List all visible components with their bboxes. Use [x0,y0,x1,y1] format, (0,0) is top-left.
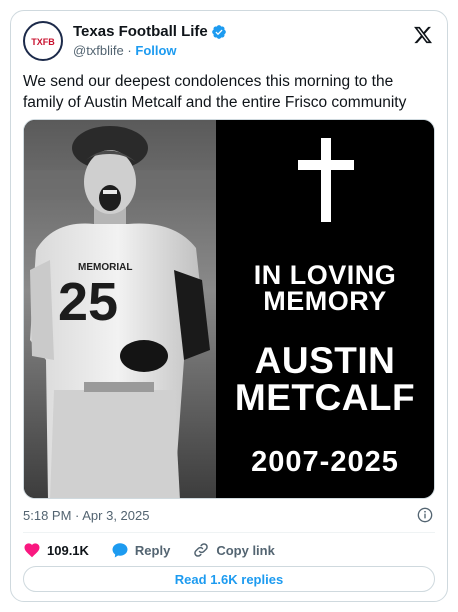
memorial-panel: IN LOVING MEMORY AUSTIN METCALF 2007-202… [216,120,434,498]
like-button[interactable]: 109.1K [23,541,89,559]
cross-icon [298,138,354,222]
info-icon[interactable] [417,507,433,523]
reply-button[interactable]: Reply [111,541,170,559]
copy-link-button[interactable]: Copy link [192,541,275,559]
author-display-name[interactable]: Texas Football Life [73,23,208,40]
memorial-years: 2007-2025 [251,446,399,478]
like-count: 109.1K [47,542,89,558]
x-logo-icon[interactable] [413,25,433,45]
tweet-text: We send our deepest condolences this mor… [23,73,407,111]
tweet-actions: 109.1K Reply Copy link [23,539,297,561]
link-icon [194,543,209,557]
jersey-number: 25 [58,272,118,332]
memorial-line-2: MEMORY [263,286,387,316]
tweet-media[interactable]: MEMORIAL 25 IN LOVING MEMORY AUSTIN METC… [23,119,435,499]
tweet-card: TXFB Texas Football Life @txfblife · Fol… [10,10,448,602]
handle-separator: · [127,43,132,58]
reply-label: Reply [134,542,171,558]
tweet-header: TXFB Texas Football Life @txfblife · Fol… [23,21,435,69]
divider [23,532,435,533]
memorial-name-last: METCALF [234,377,416,418]
verified-badge-icon [211,24,226,39]
read-replies-button[interactable]: Read 1.6K replies [23,566,435,592]
reply-bubble-icon [112,543,128,558]
copy-link-label: Copy link [216,542,275,558]
svg-text:TXFB: TXFB [31,37,55,47]
heart-icon [24,543,40,558]
author-handle[interactable]: @txfblife [73,43,124,58]
txfb-logo-icon: TXFB [28,34,58,48]
memorial-name-first: AUSTIN [254,340,396,381]
avatar[interactable]: TXFB [23,21,63,61]
player-photo: MEMORIAL 25 [24,120,216,498]
follow-button[interactable]: Follow [135,43,176,58]
tweet-timestamp[interactable]: 5:18 PM · Apr 3, 2025 [23,508,149,523]
author-info: Texas Football Life @txfblife · Follow [73,23,227,58]
